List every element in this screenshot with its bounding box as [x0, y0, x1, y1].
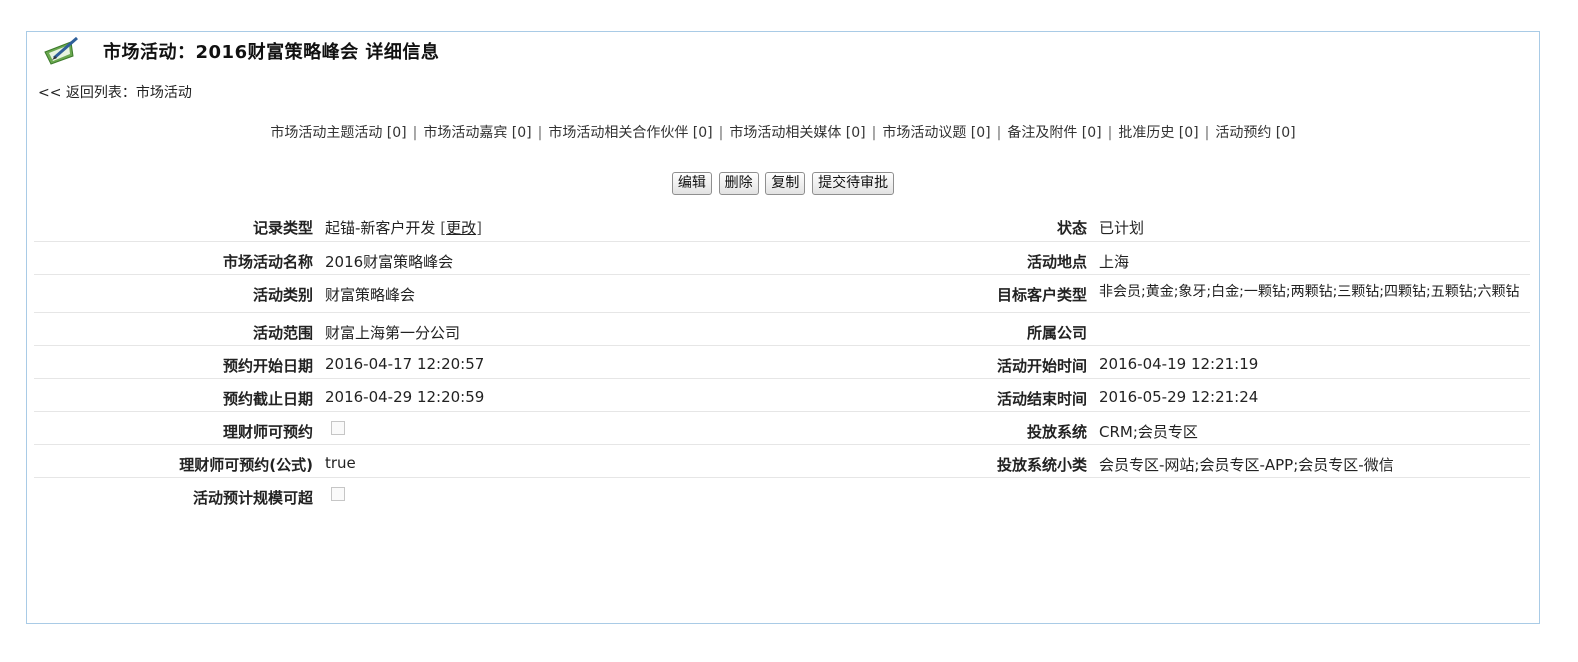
empty-label [976, 477, 1099, 510]
advisor-reservable-value-cell [325, 411, 976, 445]
status-label: 状态 [976, 208, 1099, 242]
company-label: 所属公司 [976, 312, 1099, 346]
detail-row: 预约开始日期 2016-04-17 12:20:57 活动开始时间 2016-0… [34, 345, 1530, 379]
detail-panel: 市场活动：2016财富策略峰会 详细信息 << 返回列表：市场活动 市场活动主题… [26, 31, 1540, 624]
delivery-system-label: 投放系统 [976, 411, 1099, 445]
related-link-reservations[interactable]: 活动预约 [0] [1215, 125, 1295, 141]
related-lists-nav: 市场活动主题活动 [0] | 市场活动嘉宾 [0] | 市场活动相关合作伙伴 [0] | 市… [27, 122, 1539, 142]
related-link-guests[interactable]: 市场活动嘉宾 [0] [423, 125, 531, 141]
record-type-value-cell: 起锚-新客户开发 [更改] [325, 208, 976, 242]
separator: | [718, 125, 724, 141]
record-type-label: 记录类型 [34, 208, 325, 242]
reserve-start-label: 预约开始日期 [34, 345, 325, 379]
scope-label: 活动范围 [34, 312, 325, 346]
activity-end-value: 2016-05-29 12:21:24 [1099, 378, 1530, 412]
related-link-topics[interactable]: 市场活动议题 [0] [882, 125, 990, 141]
location-value: 上海 [1099, 241, 1530, 275]
target-customer-value: 非会员;黄金;象牙;白金;一颗钻;两颗钻;三颗钻;四颗钻;五颗钻;六颗钻 [1099, 274, 1530, 313]
detail-row: 理财师可预约(公式) true 投放系统小类 会员专区-网站;会员专区-APP;… [34, 444, 1530, 478]
submit-for-approval-button[interactable]: 提交待审批 [812, 172, 895, 195]
detail-row: 活动预计规模可超 [34, 477, 1530, 510]
separator: | [871, 125, 877, 141]
scope-value: 财富上海第一分公司 [325, 312, 976, 346]
delivery-subcategory-label: 投放系统小类 [976, 444, 1099, 478]
separator: | [1107, 125, 1113, 141]
category-label: 活动类别 [34, 274, 325, 313]
detail-row: 活动范围 财富上海第一分公司 所属公司 [34, 312, 1530, 346]
back-to-list-link[interactable]: << 返回列表：市场活动 [38, 82, 192, 102]
detail-row: 活动类别 财富策略峰会 目标客户类型 非会员;黄金;象牙;白金;一颗钻;两颗钻;… [34, 274, 1530, 313]
record-type-value: 起锚-新客户开发 [325, 219, 436, 237]
target-customer-label: 目标客户类型 [976, 274, 1099, 313]
delete-button[interactable]: 删除 [718, 172, 759, 195]
detail-fields-table: 记录类型 起锚-新客户开发 [更改] 状态 已计划 市场活动名称 2016财富策… [34, 208, 1530, 510]
related-link-theme-activities[interactable]: 市场活动主题活动 [0] [270, 125, 406, 141]
detail-row: 记录类型 起锚-新客户开发 [更改] 状态 已计划 [34, 208, 1530, 242]
location-label: 活动地点 [976, 241, 1099, 275]
separator: | [1204, 125, 1210, 141]
detail-row: 市场活动名称 2016财富策略峰会 活动地点 上海 [34, 241, 1530, 275]
page-title: 市场活动：2016财富策略峰会 详细信息 [103, 42, 440, 63]
pencil-note-icon [41, 36, 81, 66]
page-title-row: 市场活动：2016财富策略峰会 详细信息 [41, 36, 439, 66]
copy-button[interactable]: 复制 [765, 172, 806, 195]
delivery-subcategory-value: 会员专区-网站;会员专区-APP;会员专区-微信 [1099, 444, 1530, 478]
scale-exceedable-value-cell [325, 477, 976, 510]
company-value [1099, 312, 1530, 346]
reserve-end-value: 2016-04-29 12:20:59 [325, 378, 976, 412]
scale-exceedable-label: 活动预计规模可超 [192, 488, 313, 507]
activity-end-label: 活动结束时间 [976, 378, 1099, 412]
reserve-end-label: 预约截止日期 [34, 378, 325, 412]
related-link-media[interactable]: 市场活动相关媒体 [0] [729, 125, 865, 141]
delivery-system-value: CRM;会员专区 [1099, 411, 1530, 445]
separator: | [537, 125, 543, 141]
edit-button[interactable]: 编辑 [671, 172, 712, 195]
bracket-close: ] [476, 219, 482, 237]
scale-exceedable-checkbox [331, 486, 345, 501]
detail-row: 预约截止日期 2016-04-29 12:20:59 活动结束时间 2016-0… [34, 378, 1530, 412]
status-value: 已计划 [1099, 208, 1530, 242]
separator: | [996, 125, 1002, 141]
activity-start-label: 活动开始时间 [976, 345, 1099, 379]
detail-row: 理财师可预约 投放系统 CRM;会员专区 [34, 411, 1530, 445]
activity-name-label: 市场活动名称 [34, 241, 325, 275]
change-record-type-link[interactable]: 更改 [446, 219, 476, 237]
reserve-start-value: 2016-04-17 12:20:57 [325, 345, 976, 379]
advisor-reservable-formula-label: 理财师可预约(公式) [34, 444, 325, 478]
action-button-bar: 编辑 删除 复制 提交待审批 [27, 172, 1539, 195]
related-link-approval-history[interactable]: 批准历史 [0] [1118, 125, 1198, 141]
activity-start-value: 2016-04-19 12:21:19 [1099, 345, 1530, 379]
related-link-partners[interactable]: 市场活动相关合作伙伴 [0] [548, 125, 712, 141]
related-link-notes-attachments[interactable]: 备注及附件 [0] [1007, 125, 1101, 141]
advisor-reservable-checkbox [331, 420, 345, 435]
activity-name-value: 2016财富策略峰会 [325, 241, 976, 275]
advisor-reservable-label: 理财师可预约 [34, 411, 325, 445]
advisor-reservable-formula-value: true [325, 444, 976, 478]
category-value: 财富策略峰会 [325, 274, 976, 313]
empty-value [1099, 477, 1530, 510]
separator: | [412, 125, 418, 141]
